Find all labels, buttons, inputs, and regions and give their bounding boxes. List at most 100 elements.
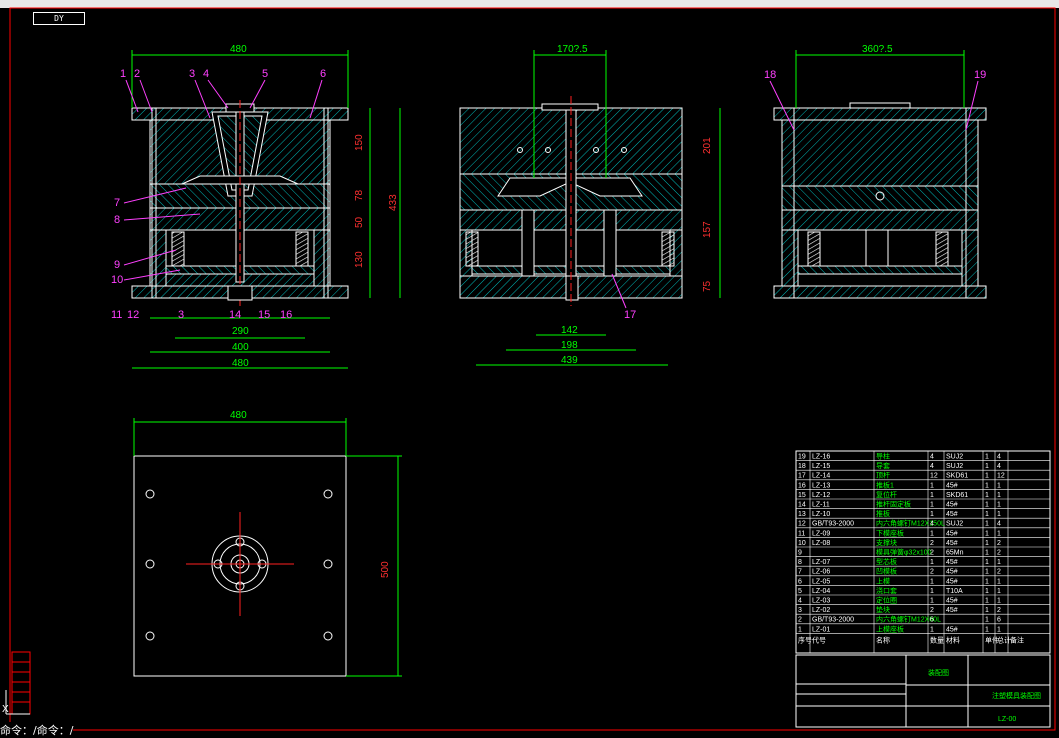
bom-cell: LZ-05 xyxy=(812,578,830,585)
bom-cell: 12 xyxy=(997,473,1005,480)
bom-cell: LZ-03 xyxy=(812,598,830,605)
bom-cell: 19 xyxy=(798,454,806,461)
front-dim-433: 433 xyxy=(388,194,399,211)
bom-cell: 1 xyxy=(930,559,934,566)
bom-cell: 1 xyxy=(930,578,934,585)
bom-cell: 1 xyxy=(985,492,989,499)
bom-cell: LZ-11 xyxy=(812,502,830,509)
bom-cell: 模具弹簧φ32x100 xyxy=(876,548,932,557)
bom-cell: LZ-14 xyxy=(812,473,830,480)
front-view xyxy=(131,100,349,306)
bom-cell: 45# xyxy=(946,540,958,547)
balloon-10: 10 xyxy=(111,274,123,286)
title-block-part-name: 注塑模具装配图 xyxy=(992,691,1041,700)
bom-cell: 推板1 xyxy=(876,480,894,489)
bom-cell: LZ-13 xyxy=(812,482,830,489)
bom-cell: 1 xyxy=(985,569,989,576)
bom-header-cell: 总计 xyxy=(997,635,1011,644)
bom-cell: 凹模板 xyxy=(876,567,897,576)
balloon-18: 18 xyxy=(764,69,776,81)
bom-table: 19 LZ-16 导柱 4 SUJ2 1 418 LZ-15 导套 4 SUJ2 1 417 LZ-14 顶… xyxy=(795,450,1051,654)
bom-cell: LZ-09 xyxy=(812,530,830,537)
bom-cell: 45# xyxy=(946,626,958,633)
bom-cell: 1 xyxy=(985,550,989,557)
end-dim-top: 360?.5 xyxy=(862,44,893,55)
command-line[interactable]: 命令：/命令：/ xyxy=(0,722,74,738)
balloon-6: 6 xyxy=(320,68,326,80)
bom-cell: 12 xyxy=(798,521,806,528)
side-view xyxy=(459,96,683,306)
bom-cell: 45# xyxy=(946,511,958,518)
bom-cell: 1 xyxy=(985,578,989,585)
balloon-7: 7 xyxy=(114,197,120,209)
title-block-drawing-no: LZ-00 xyxy=(998,716,1016,723)
front-dim-150: 150 xyxy=(354,134,365,151)
bom-cell: 1 xyxy=(997,598,1001,605)
bom-header-cell: 材料 xyxy=(946,635,960,644)
drawing-canvas[interactable]: 480 150 78 50 130 433 290 400 480 1 2 3 … xyxy=(0,0,1059,734)
bom-cell: 垫块 xyxy=(876,605,890,614)
bom-cell: 2 xyxy=(997,540,1001,547)
bom-cell: 14 xyxy=(798,502,806,509)
bom-cell: 1 xyxy=(985,598,989,605)
bom-cell: 型芯板 xyxy=(876,557,897,566)
bom-cell: 1 xyxy=(997,559,1001,566)
bom-cell: 2 xyxy=(997,607,1001,614)
bom-cell: 1 xyxy=(985,559,989,566)
side-dim-157: 157 xyxy=(702,221,713,238)
bom-cell: LZ-02 xyxy=(812,607,830,614)
bom-cell: 45# xyxy=(946,502,958,509)
balloon-3: 3 xyxy=(189,68,195,80)
plan-dim-width: 480 xyxy=(230,410,247,421)
side-dim-198: 198 xyxy=(561,340,578,351)
bom-cell: LZ-07 xyxy=(812,559,830,566)
bom-cell: 1 xyxy=(930,598,934,605)
side-dim-142: 142 xyxy=(561,325,578,336)
plan-dim-height: 500 xyxy=(380,561,391,578)
bom-cell: 1 xyxy=(930,482,934,489)
bom-cell: 45# xyxy=(946,607,958,614)
bom-cell: 6 xyxy=(930,617,934,624)
bom-cell: 1 xyxy=(930,588,934,595)
bom-cell: 2 xyxy=(930,569,934,576)
side-dim-75: 75 xyxy=(702,280,713,292)
bom-cell: 1 xyxy=(930,626,934,633)
bom-cell: 上模座板 xyxy=(876,624,904,633)
bom-cell: 导套 xyxy=(876,461,890,470)
title-block: 装配图 注塑模具装配图 LZ-00 xyxy=(795,654,1051,728)
bom-cell: 1 xyxy=(985,521,989,528)
bom-cell: 4 xyxy=(930,454,934,461)
front-dim-290: 290 xyxy=(232,326,249,337)
balloon-8: 8 xyxy=(114,214,120,226)
balloon-3b: 3 xyxy=(178,309,184,321)
bom-cell: 推板 xyxy=(876,509,890,518)
bom-cell: 45# xyxy=(946,482,958,489)
bom-cell: 1 xyxy=(985,540,989,547)
bom-cell: 浇口套 xyxy=(876,586,897,595)
balloon-5: 5 xyxy=(262,68,268,80)
bom-cell: 4 xyxy=(798,598,802,605)
bom-cell: 2 xyxy=(930,607,934,614)
balloon-14: 14 xyxy=(229,309,241,321)
bom-header-cell: 代号 xyxy=(812,635,826,644)
bom-cell: LZ-15 xyxy=(812,463,830,470)
bom-cell: 推杆固定板 xyxy=(876,500,911,509)
bom-cell: SKD61 xyxy=(946,473,968,480)
bom-cell: LZ-12 xyxy=(812,492,830,499)
bom-cell: 2 xyxy=(930,550,934,557)
bom-cell: 1 xyxy=(985,463,989,470)
bom-cell: LZ-06 xyxy=(812,569,830,576)
bom-cell: LZ-01 xyxy=(812,626,830,633)
front-dim-78: 78 xyxy=(354,189,365,201)
bom-cell: 1 xyxy=(985,588,989,595)
side-dim-439: 439 xyxy=(561,355,578,366)
bom-cell: 1 xyxy=(997,578,1001,585)
bom-cell: 1 xyxy=(997,482,1001,489)
bom-cell: 1 xyxy=(997,588,1001,595)
bom-cell: 65Mn xyxy=(946,550,964,557)
bom-cell: 1 xyxy=(997,511,1001,518)
bom-cell: 定位圈 xyxy=(876,596,897,605)
balloon-17: 17 xyxy=(624,309,636,321)
bom-cell: 10 xyxy=(798,540,806,547)
bom-cell: 1 xyxy=(985,511,989,518)
